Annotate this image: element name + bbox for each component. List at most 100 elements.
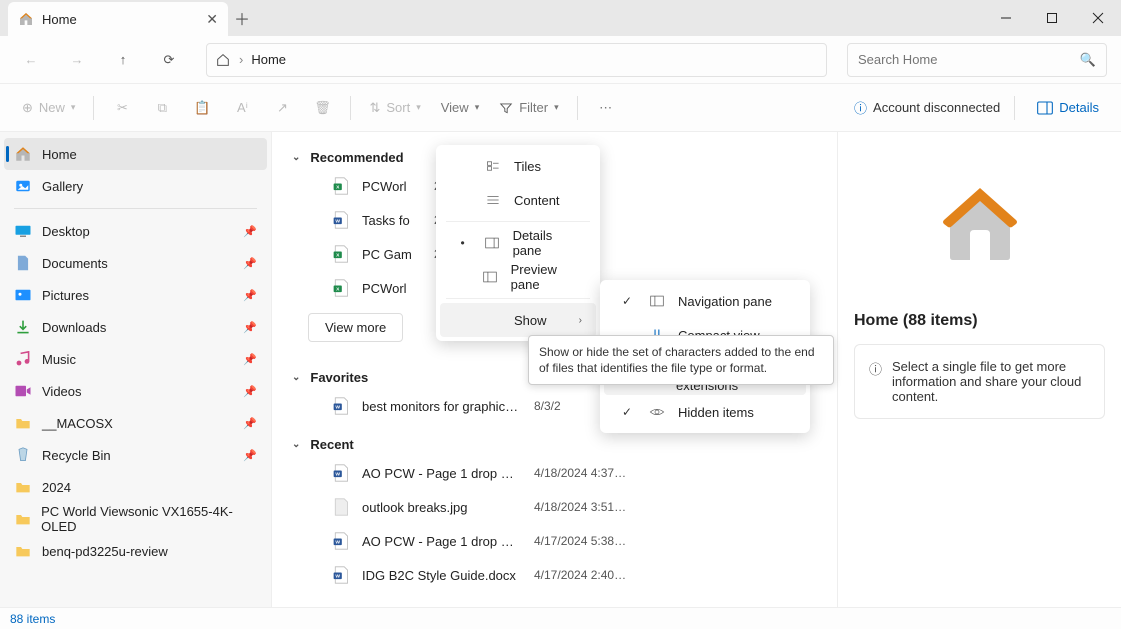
svg-text:W: W <box>335 539 340 545</box>
pin-icon: 📌 <box>243 385 257 398</box>
sidebar-item-label: Pictures <box>42 288 89 303</box>
sidebar-item[interactable]: PC World Viewsonic VX1655-4K-OLED <box>4 503 267 535</box>
menu-item-show[interactable]: Show › <box>440 303 596 337</box>
pin-icon: 📌 <box>243 225 257 238</box>
sort-button[interactable]: ⇅Sort▾ <box>361 91 428 125</box>
filter-button[interactable]: Filter▾ <box>491 91 566 125</box>
view-more-button[interactable]: View more <box>308 313 403 342</box>
details-label: Details <box>1059 100 1099 115</box>
back-button[interactable]: ← <box>14 43 48 77</box>
file-name: outlook breaks.jpg <box>362 500 522 515</box>
sidebar-item[interactable]: Videos📌 <box>4 375 267 407</box>
rename-button[interactable]: Aⁱ <box>224 91 260 125</box>
section-title: Recommended <box>310 150 403 165</box>
home-icon <box>18 11 34 27</box>
delete-button[interactable]: 🗑 <box>304 91 340 125</box>
tab-close-button[interactable]: ✕ <box>206 11 218 28</box>
sort-label: Sort <box>386 100 410 115</box>
menu-item-preview-pane[interactable]: Preview pane <box>440 260 596 294</box>
file-row[interactable]: WIDG B2C Style Guide.docx4/17/2024 2:40… <box>272 558 837 592</box>
pictures-icon <box>14 286 32 304</box>
more-button[interactable]: ⋯ <box>588 91 624 125</box>
section-header[interactable]: ⌄ Recent <box>272 433 837 456</box>
new-tab-button[interactable]: ＋ <box>228 6 256 30</box>
file-name: PCWorl <box>362 179 422 194</box>
file-type-icon: X <box>332 177 350 195</box>
section-title: Favorites <box>310 370 368 385</box>
sidebar-item-home[interactable]: Home <box>4 138 267 170</box>
sidebar-item[interactable]: Downloads📌 <box>4 311 267 343</box>
close-window-button[interactable] <box>1075 0 1121 36</box>
search-box[interactable]: 🔍 <box>847 43 1107 77</box>
menu-item-hidden-items[interactable]: ✓ Hidden items <box>604 395 806 429</box>
minimize-button[interactable] <box>983 0 1029 36</box>
address-bar[interactable]: › Home <box>206 43 827 77</box>
menu-item-navigation-pane[interactable]: ✓ Navigation pane <box>604 284 806 318</box>
menu-item-details-pane[interactable]: • Details pane <box>440 226 596 260</box>
maximize-button[interactable] <box>1029 0 1075 36</box>
breadcrumb-location: Home <box>251 52 286 67</box>
sidebar-item[interactable]: Recycle Bin📌 <box>4 439 267 471</box>
titlebar: Home ✕ ＋ <box>0 0 1121 36</box>
paste-icon: 📋 <box>194 100 210 116</box>
menu-item-tiles[interactable]: Tiles <box>440 149 596 183</box>
file-row[interactable]: outlook breaks.jpg4/18/2024 3:51… <box>272 490 837 524</box>
home-icon <box>215 52 231 68</box>
file-name: Tasks fo <box>362 213 422 228</box>
menu-item-content[interactable]: Content <box>440 183 596 217</box>
up-button[interactable]: ↑ <box>106 43 140 77</box>
details-icon <box>1037 101 1053 115</box>
gallery-icon <box>14 177 32 195</box>
chevron-down-icon: ▾ <box>554 102 559 113</box>
pin-icon: 📌 <box>243 353 257 366</box>
sidebar-item[interactable]: 2024 <box>4 471 267 503</box>
file-name: PCWorl <box>362 281 422 296</box>
browser-tab[interactable]: Home ✕ <box>8 2 228 36</box>
chevron-down-icon: ▾ <box>475 102 480 113</box>
refresh-button[interactable]: ⟳ <box>152 43 186 77</box>
sidebar-item[interactable]: __MACOSX📌 <box>4 407 267 439</box>
share-icon: ↗ <box>277 100 288 116</box>
divider <box>350 96 351 120</box>
menu-label: Navigation pane <box>678 294 772 309</box>
sidebar-item[interactable]: benq-pd3225u-review <box>4 535 267 567</box>
sidebar-item[interactable]: Desktop📌 <box>4 215 267 247</box>
search-icon: 🔍 <box>1080 52 1096 68</box>
sidebar-item[interactable]: Documents📌 <box>4 247 267 279</box>
content-icon <box>484 193 502 207</box>
rename-icon: Aⁱ <box>237 100 248 116</box>
file-row[interactable]: WAO PCW - Page 1 drop Sel…4/18/2024 4:37… <box>272 456 837 490</box>
sidebar-item[interactable]: Music📌 <box>4 343 267 375</box>
sidebar-item[interactable]: Pictures📌 <box>4 279 267 311</box>
file-row[interactable]: WAO PCW - Page 1 drop Sel…4/17/2024 5:38… <box>272 524 837 558</box>
sidebar-item-gallery[interactable]: Gallery <box>4 170 267 202</box>
view-button[interactable]: View▾ <box>433 91 487 125</box>
breadcrumb-separator: › <box>239 52 243 67</box>
search-input[interactable] <box>858 52 1080 67</box>
sidebar-item-label: Recycle Bin <box>42 448 111 463</box>
new-label: New <box>39 100 65 115</box>
trash-icon: 🗑 <box>314 100 331 116</box>
folder-icon <box>14 414 32 432</box>
details-toggle[interactable]: Details <box>1029 91 1107 125</box>
forward-button[interactable]: → <box>60 43 94 77</box>
navigation-pane-icon <box>648 295 666 307</box>
file-name: IDG B2C Style Guide.docx <box>362 568 522 583</box>
new-button[interactable]: ⊕New▾ <box>14 91 83 125</box>
view-menu: Tiles Content • Details pane Preview pan… <box>436 145 600 341</box>
paste-button[interactable]: 📋 <box>184 91 220 125</box>
share-button[interactable]: ↗ <box>264 91 300 125</box>
svg-text:W: W <box>335 573 340 579</box>
details-title: Home (88 items) <box>854 312 978 330</box>
eye-icon <box>648 406 666 418</box>
copy-button[interactable]: ⧉ <box>144 91 180 125</box>
svg-text:W: W <box>335 218 340 224</box>
chevron-down-icon: ▾ <box>71 102 76 113</box>
account-status[interactable]: ⓘ Account disconnected <box>854 98 1000 117</box>
cut-button[interactable]: ✂ <box>104 91 140 125</box>
tooltip-text: Show or hide the set of characters added… <box>539 345 815 375</box>
videos-icon <box>14 382 32 400</box>
copy-icon: ⧉ <box>158 100 167 116</box>
sidebar-divider <box>14 208 257 209</box>
sidebar: Home Gallery Desktop📌Documents📌Pictures📌… <box>0 132 272 607</box>
